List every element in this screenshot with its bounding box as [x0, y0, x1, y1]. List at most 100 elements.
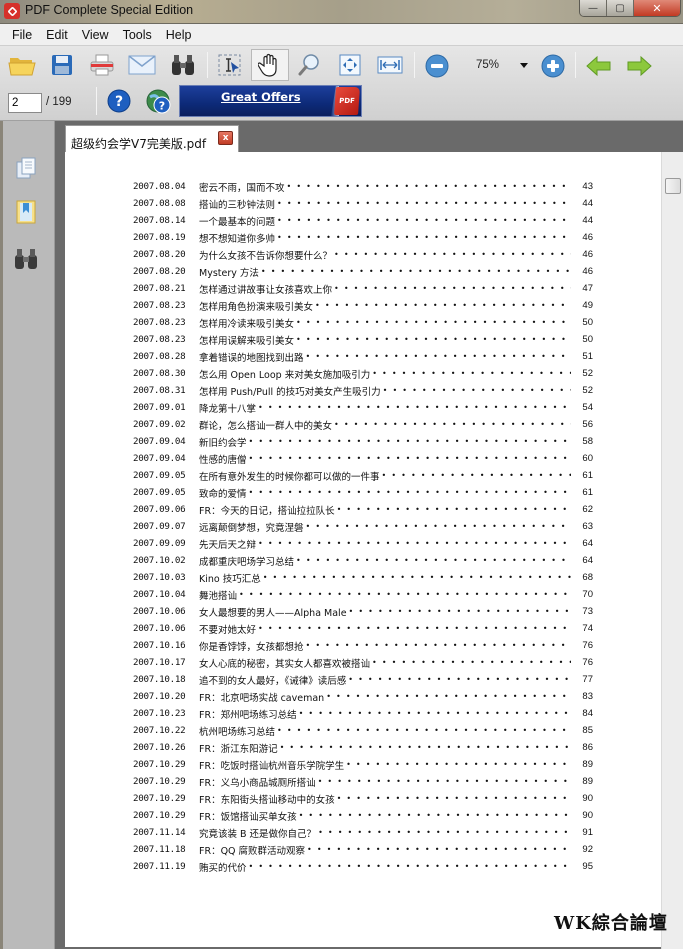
toc-row[interactable]: 2007.09.05 致命的爱情 •••••••••••••••••••••••… — [133, 484, 593, 501]
close-window-button[interactable]: ✕ — [634, 0, 680, 16]
toc-row[interactable]: 2007.09.05 在所有意外发生的时候你都可以做的一件事 •••••••••… — [133, 467, 593, 484]
save-button[interactable] — [46, 50, 78, 80]
zoom-level[interactable]: 75% — [476, 59, 499, 71]
fit-page-button[interactable] — [334, 50, 366, 80]
toc-page-number: 58 — [582, 436, 593, 447]
toc-row[interactable]: 2007.08.08 搭讪的三秒钟法则 ••••••••••••••••••••… — [133, 195, 593, 212]
toc-row[interactable]: 2007.09.09 先天后天之辩 ••••••••••••••••••••••… — [133, 535, 593, 552]
close-tab-button[interactable]: x — [218, 131, 234, 145]
search-panel-button[interactable] — [13, 246, 39, 272]
toc-row[interactable]: 2007.08.23 怎样用冷读来吸引美女 ••••••••••••••••••… — [133, 314, 593, 331]
toc-date: 2007.08.20 — [133, 249, 186, 260]
open-button[interactable] — [6, 50, 38, 80]
zoom-out-button[interactable] — [422, 51, 452, 81]
toc-date: 2007.08.04 — [133, 181, 186, 192]
toc-row[interactable]: 2007.09.06 FR：今天的日记，搭讪拉拉队长 •••••••••••••… — [133, 501, 593, 518]
maximize-button[interactable]: ▢ — [607, 0, 634, 16]
toc-page-number: 77 — [582, 674, 593, 685]
toc-row[interactable]: 2007.10.22 杭州吧场练习总结 ••••••••••••••••••••… — [133, 722, 593, 739]
toc-row[interactable]: 2007.11.14 究竟该装 B 还是做你自己？ ••••••••••••••… — [133, 824, 593, 841]
great-offers-link[interactable]: Great Offers — [221, 90, 301, 104]
email-button[interactable] — [126, 50, 158, 80]
online-help-button[interactable]: ? — [145, 88, 173, 116]
toc-row[interactable]: 2007.09.01 降龙第十八掌 ••••••••••••••••••••••… — [133, 399, 593, 416]
bookmarks-panel-button[interactable] — [13, 199, 39, 225]
toc-title: Kino 技巧汇总 — [199, 573, 261, 585]
toc-row[interactable]: 2007.10.17 女人心底的秘密，其实女人都喜欢被搭讪 ••••••••••… — [133, 654, 593, 671]
menu-view[interactable]: View — [75, 28, 116, 42]
toc-row[interactable]: 2007.10.06 不要对她太好 ••••••••••••••••••••••… — [133, 620, 593, 637]
toc-row[interactable]: 2007.08.23 怎样用误解来吸引美女 ••••••••••••••••••… — [133, 331, 593, 348]
toc-row[interactable]: 2007.08.04 密云不雨，国而不攻 •••••••••••••••••••… — [133, 178, 593, 195]
toolbar-separator — [575, 52, 576, 78]
menu-edit[interactable]: Edit — [39, 28, 75, 42]
toc-row[interactable]: 2007.11.18 FR：QQ 腐败群活动观察 •••••••••••••••… — [133, 841, 593, 858]
toc-title: 降龙第十八掌 — [199, 403, 257, 415]
toc-row[interactable]: 2007.08.30 怎么用 Open Loop 来对美女施加吸引力 •••••… — [133, 365, 593, 382]
toc-page-number: 90 — [582, 793, 593, 804]
toc-row[interactable]: 2007.10.29 FR：东阳街头搭讪移动中的女孩 •••••••••••••… — [133, 790, 593, 807]
toc-dot-leader: ••••••••••••••••••••••••••••••••••••••••… — [298, 811, 571, 820]
toc-row[interactable]: 2007.08.20 Mystery 方法 ••••••••••••••••••… — [133, 263, 593, 280]
great-offers-banner[interactable]: Great Offers PDF — [179, 85, 362, 117]
zoom-tool-button[interactable] — [293, 50, 325, 80]
search-binoculars-icon — [15, 249, 37, 269]
help-button[interactable]: ? — [106, 88, 132, 114]
email-icon — [128, 55, 156, 75]
next-page-button[interactable] — [624, 51, 654, 81]
toc-row[interactable]: 2007.08.28 拿着错误的地图找到出路 •••••••••••••••••… — [133, 348, 593, 365]
toc-row[interactable]: 2007.10.16 你是香饽饽，女孩都想抢 •••••••••••••••••… — [133, 637, 593, 654]
print-button[interactable] — [86, 50, 118, 80]
toc-row[interactable]: 2007.10.20 FR：北京吧场实战 caveman •••••••••••… — [133, 688, 593, 705]
toc-title: 一个最基本的问题 — [199, 216, 276, 228]
toc-dot-leader: ••••••••••••••••••••••••••••••••••••••••… — [277, 216, 571, 225]
toc-row[interactable]: 2007.09.04 新旧约会学 •••••••••••••••••••••••… — [133, 433, 593, 450]
toc-row[interactable]: 2007.08.21 怎样通过讲故事让女孩喜欢上你 ••••••••••••••… — [133, 280, 593, 297]
toc-row[interactable]: 2007.10.29 FR：吃饭时搭讪杭州音乐学院学生 ••••••••••••… — [133, 756, 593, 773]
toc-row[interactable]: 2007.10.26 FR：浙江东阳游记 •••••••••••••••••••… — [133, 739, 593, 756]
toc-row[interactable]: 2007.10.29 FR：义乌小商品城厕所搭讪 •••••••••••••••… — [133, 773, 593, 790]
hand-tool-icon — [258, 53, 277, 77]
document-tab[interactable]: 超级约会学V7完美版.pdf x — [65, 125, 240, 153]
minimize-button[interactable]: — — [580, 0, 607, 16]
zoom-in-button[interactable] — [538, 51, 568, 81]
toc-row[interactable]: 2007.09.04 性感的唐僧 •••••••••••••••••••••••… — [133, 450, 593, 467]
toc-dot-leader: ••••••••••••••••••••••••••••••••••••••••… — [307, 845, 571, 854]
current-page-input[interactable] — [8, 93, 42, 113]
app-logo-icon — [4, 3, 20, 19]
toc-row[interactable]: 2007.08.31 怎样用 Push/Pull 的技巧对美女产生吸引力 •••… — [133, 382, 593, 399]
toc-row[interactable]: 2007.10.03 Kino 技巧汇总 •••••••••••••••••••… — [133, 569, 593, 586]
toc-date: 2007.10.18 — [133, 674, 186, 685]
toc-row[interactable]: 2007.10.29 FR：饭馆搭讪买单女孩 •••••••••••••••••… — [133, 807, 593, 824]
select-text-button[interactable] — [214, 50, 246, 80]
toc-dot-leader: ••••••••••••••••••••••••••••••••••••••••… — [248, 454, 571, 463]
menu-file[interactable]: File — [5, 28, 39, 42]
zoom-dropdown-arrow-icon[interactable] — [520, 63, 528, 68]
toc-row[interactable]: 2007.08.14 一个最基本的问题 ••••••••••••••••••••… — [133, 212, 593, 229]
toc-row[interactable]: 2007.10.04 舞池搭讪 ••••••••••••••••••••••••… — [133, 586, 593, 603]
pages-panel-button[interactable] — [13, 155, 39, 181]
menu-help[interactable]: Help — [159, 28, 199, 42]
previous-page-button[interactable] — [584, 51, 614, 81]
toc-page-number: 52 — [582, 385, 593, 396]
toc-row[interactable]: 2007.10.06 女人最想要的男人——Alpha Male ••••••••… — [133, 603, 593, 620]
toc-title: 先天后天之辩 — [199, 539, 257, 551]
find-button[interactable] — [167, 50, 199, 80]
toc-date: 2007.09.05 — [133, 470, 186, 481]
scrollbar-thumb[interactable] — [665, 178, 681, 194]
fit-width-button[interactable] — [374, 50, 406, 80]
toc-row[interactable]: 2007.08.20 为什么女孩不告诉你想要什么？ ••••••••••••••… — [133, 246, 593, 263]
toc-row[interactable]: 2007.10.18 追不到的女人最好，《诫律》读后感 ••••••••••••… — [133, 671, 593, 688]
toc-row[interactable]: 2007.09.02 群论，怎么搭讪一群人中的美女 ••••••••••••••… — [133, 416, 593, 433]
menu-tools[interactable]: Tools — [116, 28, 159, 42]
vertical-scrollbar[interactable] — [661, 152, 683, 949]
hand-tool-button[interactable] — [251, 49, 289, 81]
toc-row[interactable]: 2007.09.07 远离颠倒梦想，究竟涅磐 •••••••••••••••••… — [133, 518, 593, 535]
toc-row[interactable]: 2007.08.23 怎样用角色扮演来吸引美女 ••••••••••••••••… — [133, 297, 593, 314]
toc-row[interactable]: 2007.10.23 FR：郑州吧场练习总结 •••••••••••••••••… — [133, 705, 593, 722]
table-of-contents: 2007.08.04 密云不雨，国而不攻 •••••••••••••••••••… — [133, 178, 593, 875]
toc-row[interactable]: 2007.11.19 贿买的代价 •••••••••••••••••••••••… — [133, 858, 593, 875]
toc-row[interactable]: 2007.08.19 想不想知道你多帅 ••••••••••••••••••••… — [133, 229, 593, 246]
svg-text:?: ? — [159, 100, 165, 113]
toc-row[interactable]: 2007.10.02 成都重庆吧场学习总结 ••••••••••••••••••… — [133, 552, 593, 569]
